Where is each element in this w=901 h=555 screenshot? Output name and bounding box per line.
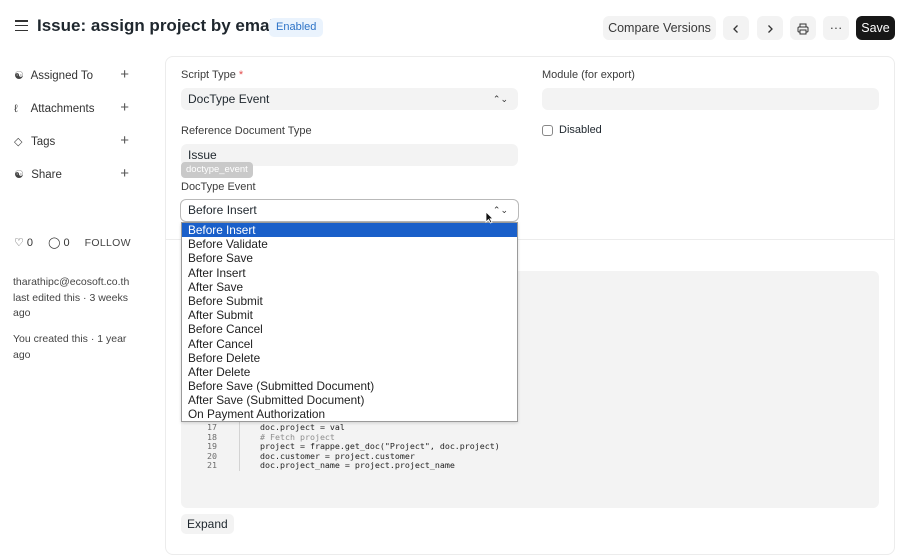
mouse-cursor-icon (485, 211, 494, 224)
line-number: 21 (207, 460, 217, 470)
page-header: Issue: assign project by email Enabled C… (0, 0, 901, 56)
select-arrows-icon: ⌃⌄ (492, 205, 508, 215)
chevron-right-icon (768, 24, 773, 33)
add-icon[interactable]: + (120, 165, 129, 183)
required-marker: * (238, 69, 244, 81)
status-badge: Enabled (269, 18, 324, 37)
doctype-event-select[interactable]: Before Insert ⌃⌄ (180, 199, 519, 222)
dropdown-option[interactable]: Before Save (Submitted Document) (182, 379, 517, 393)
dropdown-option[interactable]: After Save (182, 280, 517, 294)
doctype-event-value: Before Insert (188, 203, 257, 217)
disabled-checkbox[interactable] (542, 125, 553, 136)
compare-versions-button[interactable]: Compare Versions (603, 16, 716, 40)
follow-button[interactable]: FOLLOW (85, 237, 131, 249)
select-arrows-icon: ⌃⌄ (492, 94, 508, 104)
script-type-value: DocType Event (188, 92, 270, 106)
add-icon[interactable]: + (120, 99, 129, 117)
doctype-event-label: DocType Event (181, 181, 256, 193)
code-lines: doc.project = val # Fetch project projec… (260, 422, 500, 471)
dropdown-option[interactable]: On Payment Authorization (182, 407, 517, 421)
previous-button[interactable] (723, 16, 749, 40)
sidebar-item-label: Attachments (30, 103, 95, 115)
sidebar-item-label: Assigned To (30, 70, 94, 82)
comment-button[interactable]: ◯ 0 (48, 237, 76, 249)
dropdown-option[interactable]: After Delete (182, 365, 517, 379)
script-type-select[interactable]: DocType Event ⌃⌄ (181, 88, 518, 110)
engagement-bar: ♡ 0 ◯ 0 FOLLOW (14, 236, 137, 249)
created-text: You created this · 1 year ago (13, 333, 127, 361)
dropdown-option[interactable]: After Cancel (182, 337, 517, 351)
assign-icon: ☯ (14, 70, 24, 82)
sidebar-item-label: Tags (31, 136, 56, 148)
save-button[interactable]: Save (856, 16, 895, 40)
share-icon: ☯ (14, 169, 24, 181)
sidebar-item-share[interactable]: ☯ Share + (14, 165, 129, 184)
sidebar-item-attachments[interactable]: ℓ Attachments + (14, 99, 129, 118)
script-type-label: Script Type * (181, 69, 243, 81)
dropdown-option[interactable]: Before Cancel (182, 322, 517, 336)
sidebar-item-tags[interactable]: ◇ Tags + (14, 132, 129, 151)
print-button[interactable] (790, 16, 816, 40)
last-edited-text: tharathipc@ecosoft.co.th last edited thi… (13, 276, 130, 319)
module-label: Module (for export) (542, 69, 635, 81)
next-button[interactable] (757, 16, 783, 40)
dropdown-option[interactable]: Before Insert (182, 223, 517, 238)
more-actions-button[interactable]: ··· (823, 16, 849, 40)
dropdown-option[interactable]: Before Save (182, 251, 517, 265)
sidebar-item-label: Share (31, 169, 62, 181)
dropdown-option[interactable]: Before Submit (182, 294, 517, 308)
like-button[interactable]: ♡ 0 (14, 237, 39, 249)
sidebar: ☯ Assigned To + ℓ Attachments + ◇ Tags +… (0, 56, 165, 555)
dropdown-option[interactable]: After Submit (182, 308, 517, 322)
printer-icon (797, 23, 809, 35)
indent-guide (239, 421, 240, 471)
code-line: doc.project_name = project.project_name (260, 460, 455, 470)
comment-count: 0 (63, 237, 70, 249)
disabled-label: Disabled (559, 124, 602, 136)
page-title: Issue: assign project by email (37, 16, 279, 35)
line-number-gutter: 17 18 19 20 21 (181, 422, 217, 471)
sidebar-item-assigned-to[interactable]: ☯ Assigned To + (14, 66, 129, 85)
chevron-left-icon (733, 24, 738, 33)
script-type-label-text: Script Type (181, 69, 236, 81)
field-name-tag: doctype_event (181, 162, 253, 178)
menu-icon[interactable] (15, 20, 28, 32)
reference-doctype-label: Reference Document Type (181, 125, 312, 137)
dropdown-option[interactable]: Before Delete (182, 351, 517, 365)
dropdown-option[interactable]: After Insert (182, 266, 517, 280)
add-icon[interactable]: + (120, 132, 129, 150)
expand-button[interactable]: Expand (181, 514, 234, 534)
like-count: 0 (26, 237, 34, 249)
dropdown-option[interactable]: Before Validate (182, 237, 517, 251)
module-input[interactable] (542, 88, 879, 110)
paperclip-icon: ℓ (14, 103, 18, 115)
tag-icon: ◇ (14, 136, 23, 148)
add-icon[interactable]: + (120, 66, 129, 84)
doctype-event-dropdown[interactable]: Before Insert Before Validate Before Sav… (181, 222, 518, 422)
dropdown-option[interactable]: After Save (Submitted Document) (182, 393, 517, 407)
